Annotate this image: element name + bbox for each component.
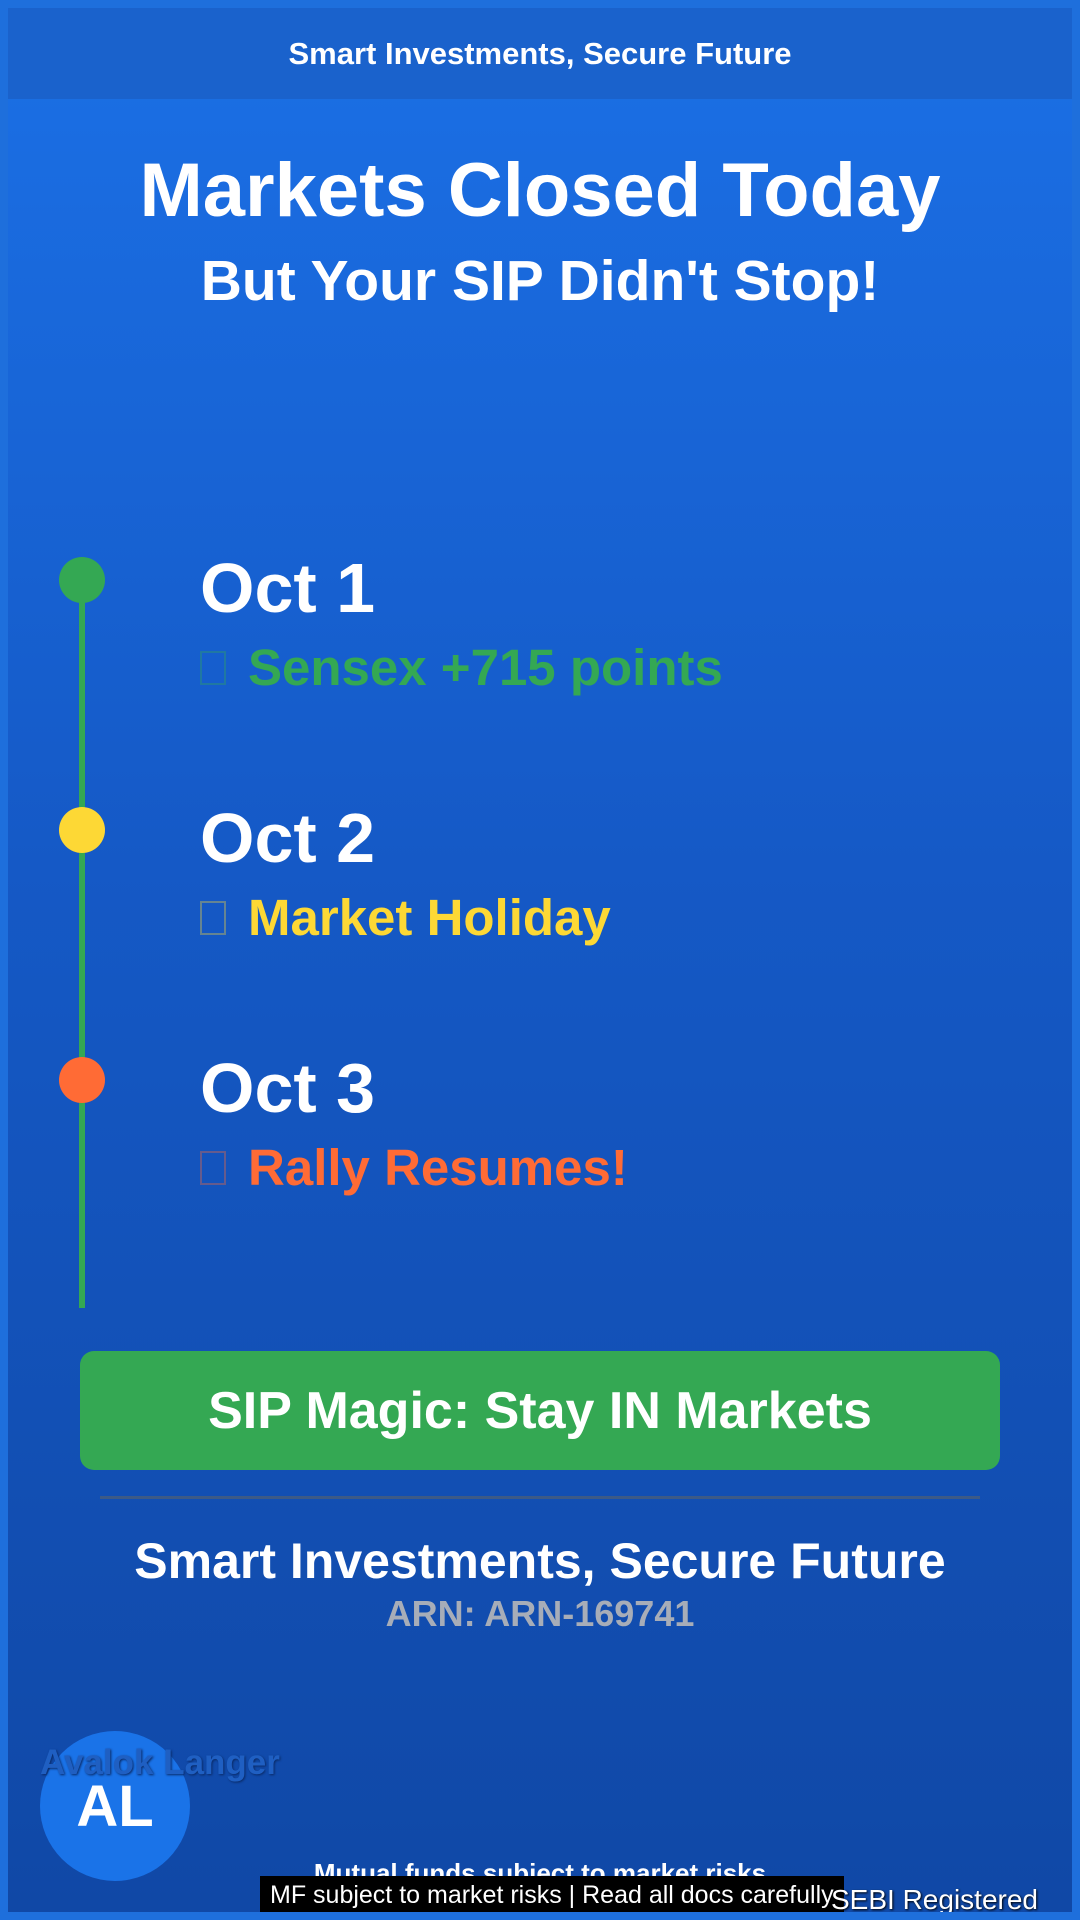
sip-magic-button-label: SIP Magic: Stay IN Markets bbox=[208, 1381, 872, 1440]
sebi-registered-label: SEBI Registered bbox=[831, 1884, 1038, 1915]
timeline-dot-oct-2 bbox=[59, 807, 105, 853]
timeline-dot-oct-1 bbox=[59, 557, 105, 603]
rocket-icon bbox=[200, 1151, 226, 1185]
risk-notice: MF subject to market risks | Read all do… bbox=[260, 1876, 844, 1912]
timeline-line bbox=[79, 580, 85, 1308]
holiday-icon bbox=[200, 901, 226, 935]
timeline-event: Market Holiday bbox=[200, 888, 611, 948]
page-title: Markets Closed Today bbox=[139, 148, 941, 233]
timeline-dot-oct-3 bbox=[59, 1057, 105, 1103]
timeline-event-text: Market Holiday bbox=[248, 889, 611, 946]
page-subtitle: But Your SIP Didn't Stop! bbox=[200, 249, 880, 313]
timeline-date: Oct 3 bbox=[200, 1049, 376, 1127]
header-banner-text: Smart Investments, Secure Future bbox=[288, 35, 792, 71]
timeline-date: Oct 1 bbox=[200, 549, 376, 627]
chart-up-icon bbox=[200, 651, 226, 685]
advisor-name: Avalok Langer bbox=[40, 1743, 280, 1782]
arn-number: ARN: ARN-169741 bbox=[385, 1593, 695, 1634]
header-banner: Smart Investments, Secure Future bbox=[8, 8, 1072, 99]
timeline-event: Rally Resumes! bbox=[200, 1138, 628, 1198]
sip-magic-button[interactable]: SIP Magic: Stay IN Markets bbox=[80, 1351, 1000, 1470]
timeline-event: Sensex +715 points bbox=[200, 638, 723, 698]
post-frame: Smart Investments, Secure Future Markets… bbox=[0, 0, 1080, 1920]
divider bbox=[100, 1496, 980, 1499]
timeline-date: Oct 2 bbox=[200, 799, 376, 877]
timeline-event-text: Sensex +715 points bbox=[248, 639, 723, 696]
footer-tagline: Smart Investments, Secure Future bbox=[134, 1533, 946, 1589]
timeline-event-text: Rally Resumes! bbox=[248, 1139, 628, 1196]
